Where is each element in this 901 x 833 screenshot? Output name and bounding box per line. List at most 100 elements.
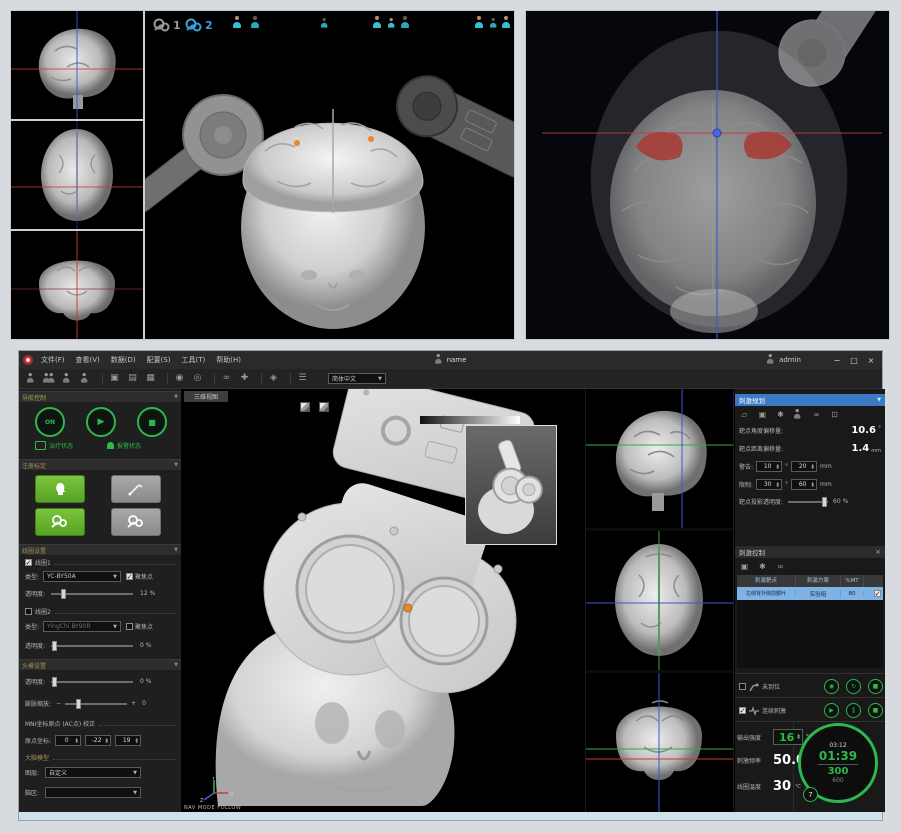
marker-person-icon[interactable] (388, 18, 395, 28)
stop-button[interactable]: ■ (137, 407, 167, 437)
coil-icon[interactable]: ∞ (775, 561, 786, 572)
coil-icon[interactable]: ∞ (220, 372, 233, 385)
patient-list-icon[interactable] (43, 372, 56, 385)
target-table-row-selected[interactable]: 左侧背外侧前额叶 实验组 80 ✓ (737, 587, 883, 600)
power-on-button[interactable]: ON (35, 407, 65, 437)
section-stimulation-control[interactable]: 刺激控制 × (735, 546, 885, 558)
probe-icon[interactable]: ✚ (238, 372, 251, 385)
patient-delete-icon[interactable] (79, 372, 92, 385)
head-cage-icon[interactable]: ▦ (144, 372, 157, 385)
coil1-calib-button[interactable] (35, 508, 85, 536)
coil2-type-select[interactable]: YingChi BY90R ▼ (43, 621, 121, 632)
close-icon[interactable]: × (875, 548, 881, 556)
collapse-icon[interactable]: ▼ (174, 462, 178, 468)
coil2-focus-checkbox[interactable] (126, 623, 133, 630)
continuous-checkbox[interactable]: ✓ (739, 707, 746, 714)
origin-x-spinbox[interactable]: 0▲▼ (55, 735, 81, 746)
head-opacity-slider[interactable] (51, 681, 133, 683)
person-icon[interactable] (793, 409, 804, 420)
menu-help[interactable]: 帮助(H) (216, 355, 241, 365)
marker-person-icon[interactable] (475, 16, 484, 28)
mri-coronal-view[interactable] (586, 673, 733, 812)
logged-in-user[interactable]: admin (779, 356, 801, 364)
mri-axial-view[interactable] (11, 121, 143, 231)
marker-person-icon[interactable] (490, 18, 497, 28)
mri-sagittal-view[interactable] (586, 389, 733, 528)
nav-3d-view[interactable]: 1 2 (145, 11, 514, 339)
goto-target-button[interactable]: ◉ (824, 679, 839, 694)
menu-data[interactable]: 数据(D) (111, 355, 136, 365)
scale-slider[interactable] (65, 703, 127, 705)
registration-frame-icon[interactable]: ▣ (108, 372, 121, 385)
marker-person-icon[interactable] (373, 16, 382, 28)
marker-person-icon[interactable] (502, 16, 511, 28)
slider-handle[interactable] (822, 497, 827, 507)
stim-play-button[interactable]: ▶ (824, 703, 839, 718)
save-icon[interactable]: ▣ (739, 561, 750, 572)
section-head-model[interactable]: 头模设置 ▼ (19, 659, 181, 670)
intensity-spinbox[interactable]: 16 ▲▼ (773, 729, 803, 745)
layer-select[interactable]: 自定义 ▼ (45, 767, 141, 778)
head-tracker-button[interactable] (35, 475, 85, 503)
coil2-calib-button[interactable] (111, 508, 161, 536)
coil-icon[interactable]: ∞ (811, 409, 822, 420)
collapse-icon[interactable]: ▼ (174, 662, 178, 668)
auto-track-button[interactable]: ↻ (846, 679, 861, 694)
language-select[interactable]: 简体中文 ▼ (328, 373, 386, 384)
gear-icon[interactable]: ✱ (757, 561, 768, 572)
target-frame-icon[interactable]: ⊡ (829, 409, 840, 420)
warn-angle-spinbox[interactable]: 10▲▼ (756, 461, 782, 472)
collapse-icon[interactable]: ▼ (174, 547, 178, 553)
menu-file[interactable]: 文件(F) (41, 355, 65, 365)
close-button[interactable]: × (864, 356, 878, 365)
collapse-icon[interactable]: ▼ (877, 397, 881, 403)
coil2-opacity-slider[interactable] (51, 645, 133, 647)
minimize-button[interactable]: − (830, 356, 844, 365)
overview-inset[interactable] (465, 425, 557, 545)
save-icon[interactable]: ▣ (757, 409, 768, 420)
arm-stop-button[interactable]: ■ (868, 679, 883, 694)
stim-stop-button[interactable]: ■ (868, 703, 883, 718)
slider-handle[interactable] (61, 589, 66, 599)
collapse-icon[interactable]: ▼ (174, 394, 178, 400)
coil2-checkbox[interactable] (25, 608, 32, 615)
limit-angle-spinbox[interactable]: 30▲▼ (756, 479, 782, 490)
menu-view[interactable]: 查看(V) (76, 355, 100, 365)
coil1-focus-checkbox[interactable]: ✓ (126, 573, 133, 580)
menu-tools[interactable]: 工具(T) (182, 355, 206, 365)
coil1-checkbox[interactable]: ✓ (25, 559, 32, 566)
start-button[interactable]: ▶ (86, 407, 116, 437)
limit-dist-spinbox[interactable]: 60▲▼ (791, 479, 817, 490)
brain-transparency-panel[interactable] (525, 10, 890, 340)
marker-person-icon[interactable] (401, 16, 410, 28)
coil1-type-select[interactable]: YC-BY50A ▼ (43, 571, 121, 582)
menu-config[interactable]: 配置(S) (147, 355, 171, 365)
marker-person-icon[interactable] (233, 16, 242, 28)
probe-tool-button[interactable] (111, 475, 161, 503)
section-stimulation-plan[interactable]: 刺激规划 ▼ (735, 394, 885, 406)
main-3d-view[interactable]: 三维视图 (182, 389, 585, 812)
warn-dist-spinbox[interactable]: 20▲▼ (791, 461, 817, 472)
target-table-body[interactable] (737, 600, 883, 668)
region-select[interactable]: ▼ (45, 787, 141, 798)
head-frame-icon[interactable]: ▤ (126, 372, 139, 385)
stim-pause-button[interactable]: ‖ (846, 703, 861, 718)
marker-person-icon[interactable] (251, 16, 260, 28)
mri-sagittal-view[interactable] (11, 11, 143, 121)
gear-icon[interactable]: ✱ (775, 409, 786, 420)
camera-icon[interactable]: ◈ (267, 372, 280, 385)
head-model-icon[interactable]: ◉ (173, 372, 186, 385)
position-checkbox[interactable] (739, 683, 746, 690)
folder-icon[interactable]: ▱ (739, 409, 750, 420)
origin-z-spinbox[interactable]: 19▲▼ (115, 735, 141, 746)
section-coil-settings[interactable]: 线圈设置 ▼ (19, 544, 181, 555)
patient-edit-icon[interactable] (61, 372, 74, 385)
coil1-opacity-slider[interactable] (51, 593, 133, 595)
projection-slider[interactable] (788, 501, 828, 503)
section-calibration[interactable]: 注册标定 ▼ (19, 459, 181, 470)
settings-icon[interactable]: ☰ (296, 372, 309, 385)
slider-handle[interactable] (52, 677, 57, 687)
minus-button[interactable]: − (56, 700, 61, 707)
mri-axial-view[interactable] (586, 531, 733, 670)
brain-model-icon[interactable]: ◎ (191, 372, 204, 385)
